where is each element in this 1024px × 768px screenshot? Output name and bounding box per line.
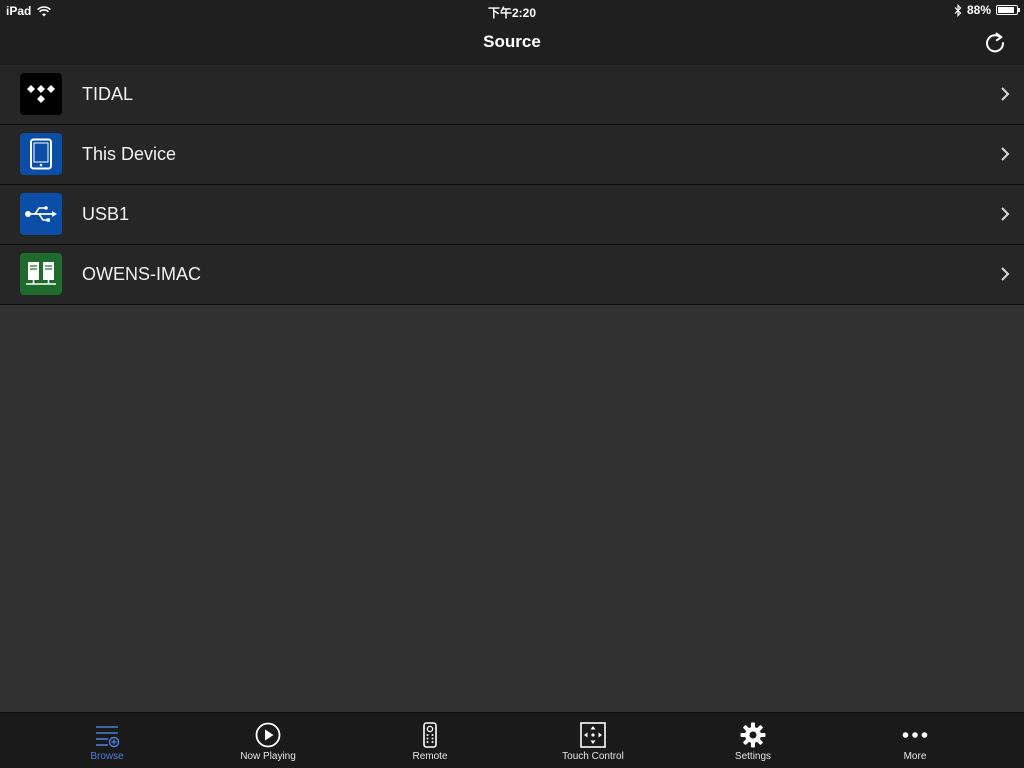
status-right: 88% (954, 3, 1020, 17)
source-label: OWENS-IMAC (82, 264, 201, 284)
remote-control-icon (423, 722, 437, 748)
touch-control-icon (580, 722, 606, 748)
source-label: TIDAL (82, 84, 134, 104)
tab-label: More (903, 751, 927, 762)
tablet-icon (20, 133, 62, 175)
tab-bar: Browse Now Playing Remote Touch Control … (0, 712, 1024, 768)
tab-settings[interactable]: Settings (693, 713, 813, 768)
source-list: TIDAL This Device USB1 OWENS-IMAC (0, 65, 1024, 305)
refresh-icon (986, 32, 1005, 53)
tab-label: Touch Control (562, 751, 624, 762)
tab-now-playing[interactable]: Now Playing (208, 713, 328, 768)
media-server-icon (20, 253, 62, 295)
chevron-right-icon (1001, 207, 1010, 221)
source-item-owens-imac[interactable]: OWENS-IMAC (0, 245, 1024, 305)
gear-icon (740, 722, 766, 748)
usb-icon (20, 193, 62, 235)
source-label: This Device (82, 144, 177, 164)
tab-touch-control[interactable]: Touch Control (533, 713, 653, 768)
tab-browse[interactable]: Browse (47, 713, 167, 768)
tab-label: Remote (412, 751, 448, 762)
page-title: Source (483, 32, 541, 51)
tab-more[interactable]: More (855, 713, 975, 768)
battery-percent: 88% (966, 3, 991, 17)
play-circle-icon (255, 722, 281, 748)
status-bar: iPad 下午2:20 88% (0, 0, 1024, 22)
chevron-right-icon (1001, 87, 1010, 101)
tab-remote[interactable]: Remote (370, 713, 490, 768)
tidal-logo-icon (20, 73, 62, 115)
app-screen: iPad 下午2:20 88% Source TIDAL This Device… (0, 0, 1024, 768)
source-item-this-device[interactable]: This Device (0, 125, 1024, 185)
source-item-tidal[interactable]: TIDAL (0, 65, 1024, 125)
chevron-right-icon (1001, 147, 1010, 161)
battery-level (998, 7, 1014, 13)
status-time: 下午2:20 (487, 6, 537, 20)
browse-list-icon (96, 726, 120, 748)
tab-label: Now Playing (240, 751, 296, 762)
chevron-right-icon (1001, 267, 1010, 281)
bluetooth-icon (954, 3, 962, 17)
tab-label: Browse (90, 751, 124, 762)
battery-icon (996, 5, 1020, 15)
source-item-usb1[interactable]: USB1 (0, 185, 1024, 245)
more-dots-icon (902, 732, 928, 738)
refresh-button[interactable] (982, 30, 1008, 56)
navigation-bar: Source (0, 22, 1024, 65)
source-label: USB1 (82, 204, 130, 224)
tab-label: Settings (734, 751, 772, 762)
